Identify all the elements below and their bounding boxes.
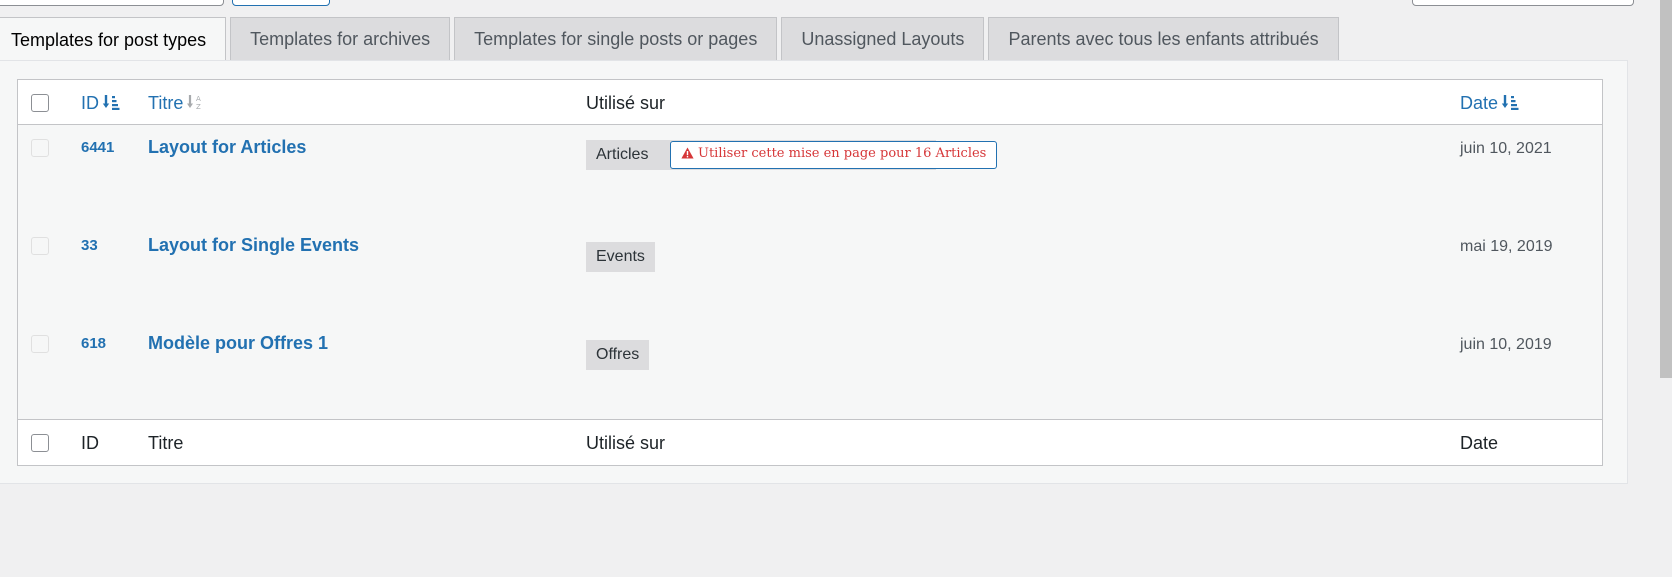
tab-single-posts[interactable]: Templates for single posts or pages (454, 17, 778, 60)
row-checkbox[interactable] (31, 139, 49, 157)
title-column-header[interactable]: Titre A Z (148, 93, 204, 116)
title-header-label: Titre (148, 93, 184, 113)
used-on-column-header: Utilisé sur (586, 93, 666, 113)
used-on-tag-label: Articles (596, 146, 649, 163)
scrollbar-thumb[interactable] (1660, 0, 1672, 378)
select-all-checkbox-footer[interactable] (31, 434, 49, 452)
used-on-tag: Events (586, 242, 655, 272)
sort-alpha-icon: AZ (186, 93, 204, 116)
svg-text:A: A (196, 95, 201, 103)
select-all-checkbox[interactable] (31, 94, 49, 112)
table-footer-row: ID Titre Utilisé sur Date (18, 419, 1602, 465)
table-row: 6441 Layout for Articles Articles Utilis… (18, 125, 1602, 223)
layouts-table: ID Titre A Z Utilisé sur Date 6441 Layout … (17, 79, 1603, 466)
row-title-link[interactable]: Modèle pour Offres 1 (148, 333, 328, 354)
row-date: juin 10, 2019 (1460, 336, 1552, 353)
sort-desc-icon (1501, 93, 1519, 116)
row-checkbox[interactable] (31, 237, 49, 255)
used-on-tag: Offres (586, 340, 650, 370)
row-title-link[interactable]: Layout for Single Events (148, 235, 359, 256)
sort-numeric-desc-icon (102, 93, 120, 116)
id-footer-label: ID (81, 433, 99, 453)
tab-unassigned[interactable]: Unassigned Layouts (781, 17, 985, 60)
date-header-label: Date (1460, 93, 1499, 113)
table-row: 33 Layout for Single Events Events mai 1… (18, 223, 1602, 321)
used-on-footer-label: Utilisé sur (586, 433, 666, 453)
date-column-header[interactable]: Date (1460, 93, 1519, 116)
table-header-row: ID Titre A Z Utilisé sur Date (18, 80, 1602, 125)
row-title-link[interactable]: Layout for Articles (148, 137, 306, 158)
assign-layout-label: Utiliser cette mise en page pour 16 Arti… (698, 146, 987, 161)
tab-bar: Templates for post types Templates for a… (0, 17, 1339, 62)
row-id-link[interactable]: 618 (81, 335, 106, 352)
row-id-link[interactable]: 33 (81, 237, 98, 254)
top-right-select[interactable] (1412, 0, 1634, 6)
row-id-link[interactable]: 6441 (81, 139, 114, 156)
svg-text:Z: Z (196, 103, 201, 111)
row-checkbox[interactable] (31, 335, 49, 353)
date-footer-label: Date (1460, 433, 1499, 453)
title-footer-label: Titre (148, 433, 184, 453)
id-header-label: ID (81, 93, 99, 113)
top-button[interactable] (232, 0, 330, 6)
row-date: mai 19, 2019 (1460, 238, 1553, 255)
assign-layout-button[interactable]: Utiliser cette mise en page pour 16 Arti… (670, 141, 998, 169)
top-left-input[interactable] (0, 0, 224, 6)
id-column-header[interactable]: ID (81, 93, 120, 116)
table-row: 618 Modèle pour Offres 1 Offres juin 10,… (18, 321, 1602, 419)
tab-post-types[interactable]: Templates for post types (0, 17, 227, 62)
warning-triangle-icon (681, 147, 694, 163)
vertical-scrollbar[interactable] (1660, 0, 1672, 577)
tab-parents[interactable]: Parents avec tous les enfants attribués (988, 17, 1339, 60)
row-date: juin 10, 2021 (1460, 140, 1552, 157)
tab-archives[interactable]: Templates for archives (230, 17, 451, 60)
